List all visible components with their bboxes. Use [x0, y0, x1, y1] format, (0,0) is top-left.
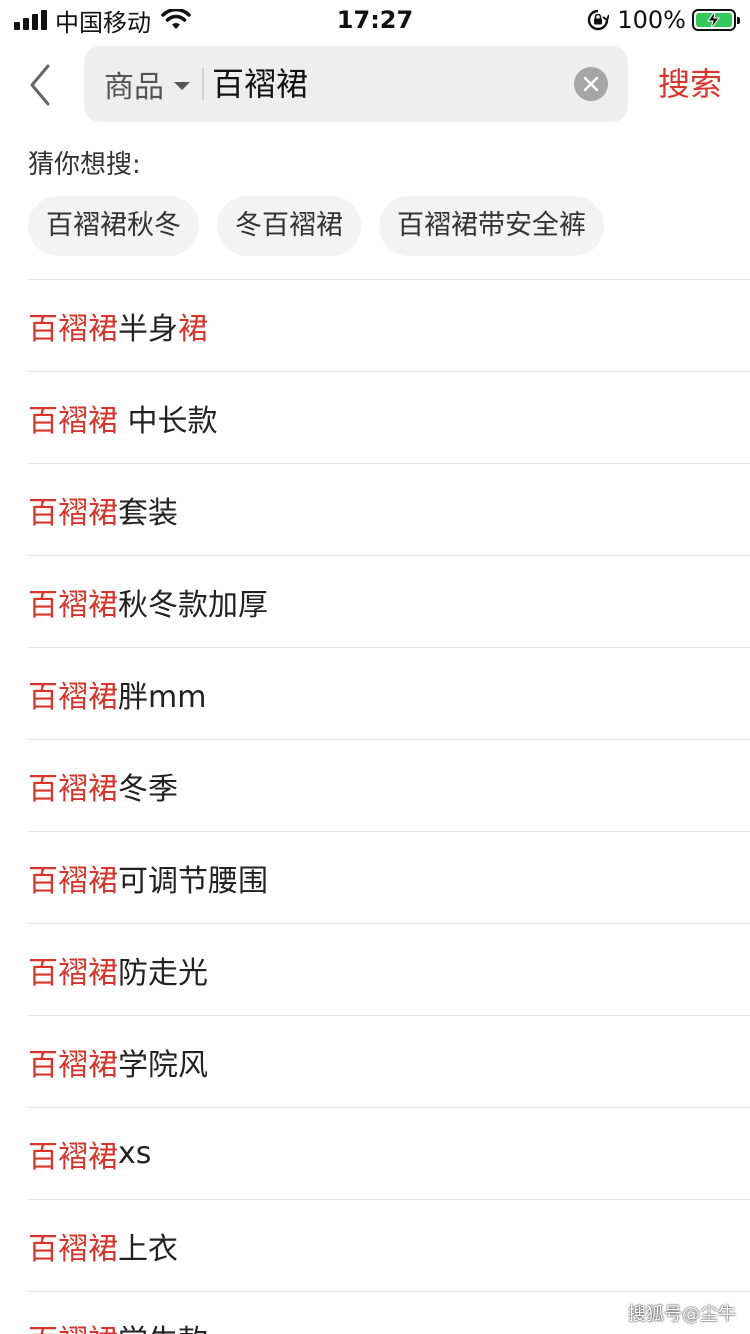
search-scope-label: 商品 [104, 70, 164, 105]
suggestion-text: 半身 [118, 311, 178, 347]
list-item[interactable]: 百褶裙 套装 [28, 463, 750, 555]
keyword-highlight: 百褶裙 [28, 587, 118, 623]
suggestion-text: 学院风 [118, 1047, 208, 1083]
clear-button[interactable] [574, 67, 608, 101]
battery-icon [692, 9, 740, 31]
suggestion-text: 学生款 [118, 1316, 208, 1334]
keyword-highlight: 百褶裙 [28, 403, 118, 439]
battery-percent: 100% [617, 6, 686, 34]
suggestion-chip[interactable]: 百褶裙带安全裤 [379, 196, 604, 256]
list-item[interactable]: 百褶裙 学院风 [28, 1015, 750, 1107]
list-item[interactable]: 百褶裙 半身裙 [28, 279, 750, 371]
suggestion-text: 中长款 [118, 403, 218, 439]
suggestion-chip[interactable]: 百褶裙秋冬 [28, 196, 199, 256]
suggestion-text: 胖mm [118, 679, 207, 715]
guess-title: 猜你想搜: [28, 150, 141, 180]
suggestion-text: 秋冬款加厚 [118, 587, 268, 623]
suggestion-text: 防走光 [118, 955, 208, 991]
suggestion-text: 套装 [118, 495, 178, 531]
chevron-left-icon [30, 64, 50, 106]
watermark: 搜狐号@尘牛 [628, 1304, 736, 1325]
search-button[interactable]: 搜索 [658, 58, 722, 110]
back-button[interactable] [22, 62, 58, 108]
charging-bolt-icon [707, 10, 720, 30]
keyword-highlight: 百褶裙 [28, 1231, 118, 1267]
keyword-highlight-tail: 裙 [178, 311, 208, 347]
keyword-highlight: 百褶裙 [28, 311, 118, 347]
list-item[interactable]: 百褶裙 可调节腰围 [28, 831, 750, 923]
status-bar: 中国移动 17:27 100% [0, 0, 750, 40]
list-item[interactable]: 百褶裙 中长款 [28, 371, 750, 463]
keyword-highlight: 百褶裙 [28, 1139, 118, 1175]
keyword-highlight: 百褶裙 [28, 771, 118, 807]
suggestion-text: xs [118, 1136, 152, 1171]
list-item[interactable]: 百褶裙 防走光 [28, 923, 750, 1015]
keyword-highlight: 百褶裙 [28, 679, 118, 715]
keyword-highlight: 百褶裙 [28, 1316, 118, 1334]
list-item[interactable]: 百褶裙 上衣 [28, 1199, 750, 1291]
status-right: 100% [587, 6, 740, 34]
suggestion-list: 百褶裙 半身裙 百褶裙 中长款 百褶裙 套装 百褶裙 秋冬款加厚 百褶裙 胖mm 百褶裙… [28, 279, 750, 1334]
search-scope-dropdown[interactable]: 商品 [104, 46, 190, 122]
caret-down-icon [174, 82, 190, 90]
search-input[interactable]: 百褶裙 [212, 46, 308, 122]
keyword-highlight: 百褶裙 [28, 955, 118, 991]
rotation-lock-icon [588, 9, 610, 31]
suggestion-chip[interactable]: 冬百褶裙 [217, 196, 361, 256]
keyword-highlight: 百褶裙 [28, 495, 118, 531]
list-item[interactable]: 百褶裙 胖mm [28, 647, 750, 739]
search-divider [202, 68, 204, 100]
clear-icon [583, 76, 599, 92]
suggestion-text: 上衣 [118, 1231, 178, 1267]
keyword-highlight: 百褶裙 [28, 1047, 118, 1083]
list-item[interactable]: 百褶裙 冬季 [28, 739, 750, 831]
list-item[interactable]: 百褶裙 xs [28, 1107, 750, 1199]
keyword-highlight: 百褶裙 [28, 863, 118, 899]
suggestion-text: 冬季 [118, 771, 178, 807]
suggestion-text: 可调节腰围 [118, 863, 268, 899]
suggestion-chips: 百褶裙秋冬 冬百褶裙 百褶裙带安全裤 [28, 196, 604, 256]
search-bar[interactable]: 商品 百褶裙 [84, 46, 628, 122]
list-item[interactable]: 百褶裙 秋冬款加厚 [28, 555, 750, 647]
